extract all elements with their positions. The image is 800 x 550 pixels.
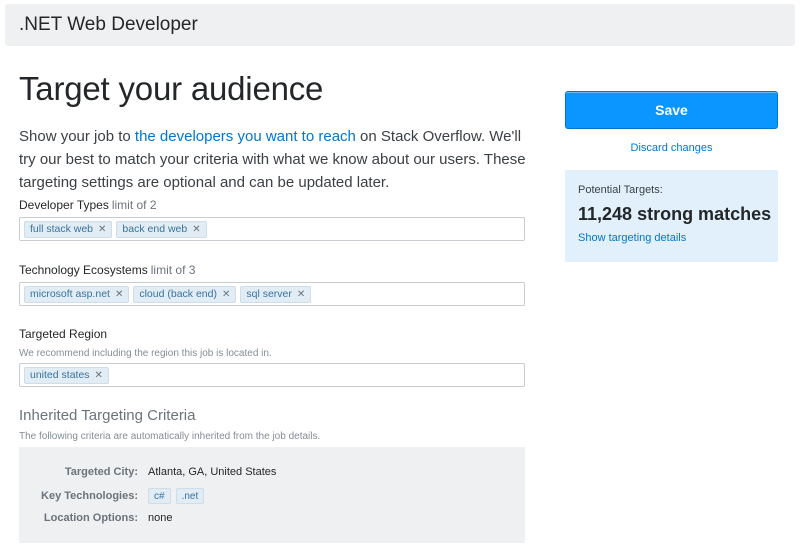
location-options-value: none xyxy=(148,512,173,524)
save-button[interactable]: Save xyxy=(565,91,778,129)
potential-targets-label: Potential Targets: xyxy=(578,184,663,196)
job-title: .NET Web Developer xyxy=(19,14,198,35)
targeted-region-note: We recommend including the region this j… xyxy=(19,348,272,359)
tag-cloud-back-end: cloud (back end) ✕ xyxy=(133,285,237,303)
tag-full-stack-web: full stack web ✕ xyxy=(24,220,113,238)
developer-types-limit: limit of 2 xyxy=(111,198,157,212)
inherited-tech-row: Key Technologies: c# .net xyxy=(19,488,525,504)
tag-csharp: c# xyxy=(148,488,171,504)
inherited-criteria-box: Targeted City: Atlanta, GA, United State… xyxy=(19,447,525,543)
developer-types-label: Developer Types limit of 2 xyxy=(19,198,157,212)
technology-ecosystems-input[interactable]: microsoft asp.net ✕ cloud (back end) ✕ sql… xyxy=(19,282,525,306)
tag-dotnet: .net xyxy=(175,488,205,504)
city-label: Targeted City: xyxy=(64,466,138,478)
tag-back-end-web: back end web ✕ xyxy=(116,220,207,238)
developer-types-input[interactable]: full stack web ✕ back end web ✕ xyxy=(19,217,525,241)
header-bar: .NET Web Developer xyxy=(5,4,795,46)
close-icon[interactable]: ✕ xyxy=(98,224,106,235)
discard-changes-link[interactable]: Discard changes xyxy=(565,142,778,154)
close-icon[interactable]: ✕ xyxy=(115,289,123,300)
tag-sql-server: sql server ✕ xyxy=(240,285,312,303)
potential-targets-box: Potential Targets: 11,248 strong matches… xyxy=(565,170,778,262)
strong-matches-count: 11,248 strong matches xyxy=(578,204,772,224)
location-options-label: Location Options: xyxy=(43,512,138,524)
developers-link[interactable]: the developers you want to reach xyxy=(135,128,356,145)
inherited-location-row: Location Options: none xyxy=(19,512,525,524)
city-value: Atlanta, GA, United States xyxy=(148,466,277,478)
inherited-section-description: The following criteria are automatically… xyxy=(19,431,321,442)
technologies-value: c# .net xyxy=(148,488,205,504)
inherited-section-title: Inherited Targeting Criteria xyxy=(19,407,196,424)
technologies-label: Key Technologies: xyxy=(41,490,138,502)
intro-text: Show your job to the developers you want… xyxy=(19,128,526,191)
close-icon[interactable]: ✕ xyxy=(297,289,305,300)
close-icon[interactable]: ✕ xyxy=(95,370,103,381)
technology-ecosystems-label: Technology Ecosystems limit of 3 xyxy=(19,263,196,277)
tag-microsoft-asp-net: microsoft asp.net ✕ xyxy=(24,285,130,303)
close-icon[interactable]: ✕ xyxy=(192,224,200,235)
page-title: Target your audience xyxy=(19,70,324,107)
targeted-region-input[interactable]: united states ✕ xyxy=(19,363,525,387)
technology-ecosystems-limit: limit of 3 xyxy=(150,263,196,277)
show-targeting-details-link[interactable]: Show targeting details xyxy=(578,232,778,244)
inherited-city-row: Targeted City: Atlanta, GA, United State… xyxy=(19,466,525,478)
close-icon[interactable]: ✕ xyxy=(222,289,230,300)
targeted-region-label: Targeted Region xyxy=(19,327,108,341)
tag-united-states: united states ✕ xyxy=(24,366,109,384)
